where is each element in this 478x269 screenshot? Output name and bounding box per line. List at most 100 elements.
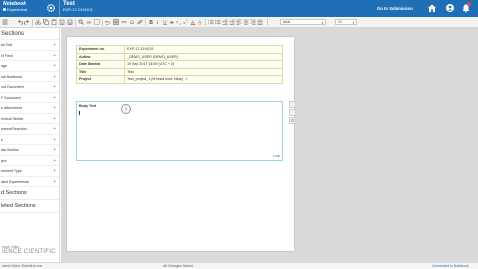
sidebar-item[interactable]: F Document + <box>0 93 59 104</box>
subscript-icon[interactable]: x2 <box>176 19 182 25</box>
outdent-icon[interactable] <box>222 19 228 25</box>
align-justify-icon[interactable] <box>257 19 263 25</box>
add-icon[interactable]: + <box>53 177 56 188</box>
redo-icon[interactable] <box>24 19 30 25</box>
svg-text:2: 2 <box>186 19 188 22</box>
field-label: Date Started <box>76 60 125 69</box>
dropdown-icon[interactable]: ▾ <box>186 77 188 81</box>
sidebar-item[interactable]: ject + <box>0 156 59 167</box>
sidebar-item[interactable]: ated Experiments + <box>0 177 59 188</box>
undo-icon[interactable] <box>17 19 23 25</box>
italic-icon[interactable]: I <box>155 19 161 25</box>
align-center-icon[interactable] <box>243 19 249 25</box>
sidebar-item[interactable]: age + <box>0 61 59 72</box>
add-icon[interactable]: + <box>53 72 56 83</box>
svg-text:A: A <box>191 19 194 24</box>
bold-icon[interactable]: B <box>148 19 154 25</box>
field-value[interactable]: Test <box>124 67 283 76</box>
select-all-icon[interactable] <box>94 19 100 25</box>
field-value[interactable]: 19 Sep 2017 14:59 (UTC + 2) <box>124 60 283 69</box>
body-text-label: Body Text <box>79 104 97 108</box>
sidebar-item[interactable]: e attachment + <box>0 103 59 114</box>
field-value[interactable]: _DEMO_USER (DEMO_USER) <box>124 52 283 61</box>
add-icon[interactable]: + <box>53 61 56 72</box>
field-value[interactable]: EXP-17-CH4101 <box>124 45 283 54</box>
numbered-list-icon[interactable]: 123 <box>208 19 214 25</box>
strikethrough-icon[interactable]: S <box>169 19 175 25</box>
font-size-select[interactable]: 12 ▼ <box>335 19 357 25</box>
find-icon[interactable] <box>78 19 84 25</box>
svg-text:x: x <box>183 20 185 25</box>
add-icon[interactable]: + <box>53 114 56 125</box>
sidebar-item[interactable]: eriment Type + <box>0 166 59 177</box>
table-icon[interactable] <box>113 19 119 25</box>
status-bar: ment Video: Submit to me All Changes Sav… <box>0 262 478 269</box>
app-brand[interactable]: Notebook Experiment <box>3 2 27 12</box>
section-move-up-button[interactable] <box>289 101 296 108</box>
field-row: Date Started 19 Sep 2017 14:59 (UTC + 2) <box>76 60 283 69</box>
add-icon[interactable]: + <box>53 145 56 156</box>
field-label: Author <box>76 52 125 61</box>
field-row: Title Test <box>76 67 283 76</box>
step-number-badge: 1 <box>121 104 131 114</box>
add-icon[interactable]: + <box>53 51 56 62</box>
svg-text:A: A <box>198 19 201 24</box>
bullet-list-icon[interactable] <box>215 19 221 25</box>
sidebar-item[interactable]: emical Reaction + <box>0 124 59 135</box>
copy-icon[interactable] <box>43 19 49 25</box>
add-icon[interactable]: + <box>53 93 56 104</box>
align-right-icon[interactable] <box>250 19 256 25</box>
indent-icon[interactable] <box>229 19 235 25</box>
header-divider <box>59 0 60 17</box>
sidebar-item[interactable]: ds Test + <box>0 40 59 51</box>
text-cursor <box>79 111 80 115</box>
sidebar-sections-header[interactable]: d Sections <box>0 187 59 200</box>
connection-status-text: Connected to Notebook <box>432 264 469 268</box>
menu-icon[interactable] <box>2 19 8 25</box>
field-label: Title <box>76 67 125 76</box>
horizontal-line-icon[interactable] <box>121 19 127 25</box>
sidebar-item[interactable]: ata Section + <box>0 145 59 156</box>
sidebar-item[interactable]: emical Sketch + <box>0 114 59 125</box>
add-icon[interactable]: + <box>53 103 56 114</box>
home-icon[interactable] <box>427 3 437 13</box>
section-move-down-button[interactable] <box>289 109 296 116</box>
add-icon[interactable]: + <box>53 124 56 135</box>
sidebar-item[interactable]: ord Document + <box>0 82 59 93</box>
underline-icon[interactable]: U <box>162 19 168 25</box>
add-icon[interactable]: + <box>53 82 56 93</box>
font-family-select[interactable]: Arial ▼ <box>280 19 326 25</box>
paste-icon[interactable] <box>51 19 57 25</box>
app-header: Notebook Experiment Test EXP-17-CH4101 G… <box>0 0 478 17</box>
gear-icon[interactable] <box>46 3 56 13</box>
sidebar: Sections ds Test + xt Field + age + nal Not… <box>0 28 60 262</box>
superscript-icon[interactable]: x2 <box>183 19 189 25</box>
replace-icon[interactable]: ab <box>86 19 92 25</box>
add-icon[interactable]: + <box>53 156 56 167</box>
add-icon[interactable]: + <box>53 135 56 146</box>
field-label: Project <box>76 75 125 84</box>
sidebar-deleted-sections-header[interactable]: leted Sections <box>0 200 59 213</box>
special-char-icon[interactable]: Ω <box>129 19 135 25</box>
align-left-icon[interactable] <box>236 19 242 25</box>
spellcheck-icon[interactable]: abc <box>105 19 111 25</box>
user-settings-icon[interactable] <box>445 3 455 13</box>
experiment-id: EXP-17-CH4101 <box>63 7 93 12</box>
go-to-submission-link[interactable]: Go to Submission <box>377 6 413 11</box>
editor-toolbar: W ab abc Ω B I U S x2 x2 A A 123 Arial ▼… <box>0 17 478 28</box>
add-icon[interactable]: + <box>53 166 56 177</box>
paste-text-icon[interactable] <box>59 19 65 25</box>
sidebar-item[interactable]: e + <box>0 135 59 146</box>
body-text-editor[interactable]: Body Text Lock <box>76 101 283 161</box>
text-color-icon[interactable]: A <box>190 19 196 25</box>
section-settings-icon[interactable] <box>289 117 296 124</box>
link-icon[interactable] <box>137 19 143 25</box>
sidebar-item[interactable]: xt Field + <box>0 51 59 62</box>
lock-link[interactable]: Lock <box>273 154 280 158</box>
paste-word-icon[interactable]: W <box>67 19 73 25</box>
field-value[interactable]: Test_project_1 [M testa med. Nina] ▾ <box>124 75 283 84</box>
cut-icon[interactable] <box>35 19 41 25</box>
sidebar-item[interactable]: nal Notebook + <box>0 72 59 83</box>
background-color-icon[interactable]: A <box>197 19 203 25</box>
add-icon[interactable]: + <box>53 40 56 51</box>
